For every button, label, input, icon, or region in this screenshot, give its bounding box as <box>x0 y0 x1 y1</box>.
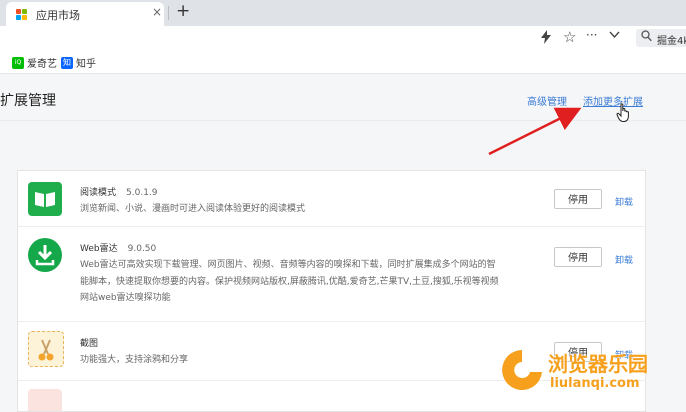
tab-app-market[interactable]: 应用市场 × <box>6 2 164 26</box>
annotation-arrow <box>488 107 582 156</box>
tab-close-icon[interactable]: × <box>152 5 162 19</box>
uninstall-link[interactable]: 卸载 <box>615 195 633 208</box>
iqiyi-icon: iQ <box>12 56 24 69</box>
search-icon <box>641 30 652 45</box>
more-icon[interactable]: ··· <box>586 28 597 42</box>
bookmark-label: 知乎 <box>76 59 96 70</box>
tab-bar: 应用市场 × + <box>0 0 686 26</box>
extension-description: 浏览新闻、小说、漫画时可进入阅读体验更好的阅读模式 <box>80 204 306 214</box>
chevron-down-icon[interactable] <box>609 29 620 44</box>
watermark: 浏览器乐园 liulanqi.com <box>500 348 686 397</box>
star-icon[interactable]: ☆ <box>563 28 576 46</box>
page-title: 扩展管理 <box>0 93 56 109</box>
browser-toolbar: ☆ ··· 掘金4k <box>0 26 686 50</box>
extension-name: 阅读模式 5.0.1.9 <box>80 188 158 198</box>
tab-title: 应用市场 <box>36 9 80 22</box>
bookmarks-bar: iQ 爱奇艺 知 知乎 <box>0 50 686 74</box>
tab-separator <box>168 6 169 20</box>
zhihu-icon: 知 <box>61 56 73 69</box>
download-icon <box>28 238 62 272</box>
watermark-title: 浏览器乐园 <box>548 352 648 376</box>
scissors-icon <box>28 331 64 367</box>
extension-description: Web雷达可高效实现下载管理、网页图片、视频、音频等内容的嗅探和下载，同时扩展集… <box>80 260 499 303</box>
search-box[interactable]: 掘金4k <box>636 29 686 47</box>
add-more-extensions-link[interactable]: 添加更多扩展 <box>583 93 643 108</box>
extension-description: 功能强大，支持涂鸦和分享 <box>80 355 189 365</box>
bookmark-label: 爱奇艺 <box>27 59 57 70</box>
hand-cursor-icon <box>616 103 629 122</box>
app-market-icon <box>16 9 27 20</box>
search-text: 掘金4k <box>657 36 686 47</box>
extension-icon <box>28 389 62 411</box>
uninstall-link[interactable]: 卸载 <box>615 253 633 266</box>
extension-web-radar: Web雷达 9.0.50 Web雷达可高效实现下载管理、网页图片、视频、音频等内容… <box>18 227 645 322</box>
lightning-icon[interactable] <box>540 30 552 48</box>
extension-name: Web雷达 9.0.50 <box>80 244 157 254</box>
bookmark-zhihu[interactable]: 知 知乎 <box>61 55 96 70</box>
watermark-logo-icon <box>502 350 542 390</box>
extension-version: 5.0.1.9 <box>126 188 158 198</box>
bookmark-iqiyi[interactable]: iQ 爱奇艺 <box>12 55 57 70</box>
new-tab-button[interactable]: + <box>176 1 190 21</box>
book-icon <box>28 182 62 216</box>
watermark-url: liulanqi.com <box>550 376 640 391</box>
extension-reader-mode: 阅读模式 5.0.1.9 浏览新闻、小说、漫画时可进入阅读体验更好的阅读模式 停用… <box>18 171 645 227</box>
extension-name: 截图 <box>80 339 99 349</box>
disable-button[interactable]: 停用 <box>554 247 602 267</box>
disable-button[interactable]: 停用 <box>554 189 602 209</box>
extension-version: 9.0.50 <box>127 244 157 254</box>
